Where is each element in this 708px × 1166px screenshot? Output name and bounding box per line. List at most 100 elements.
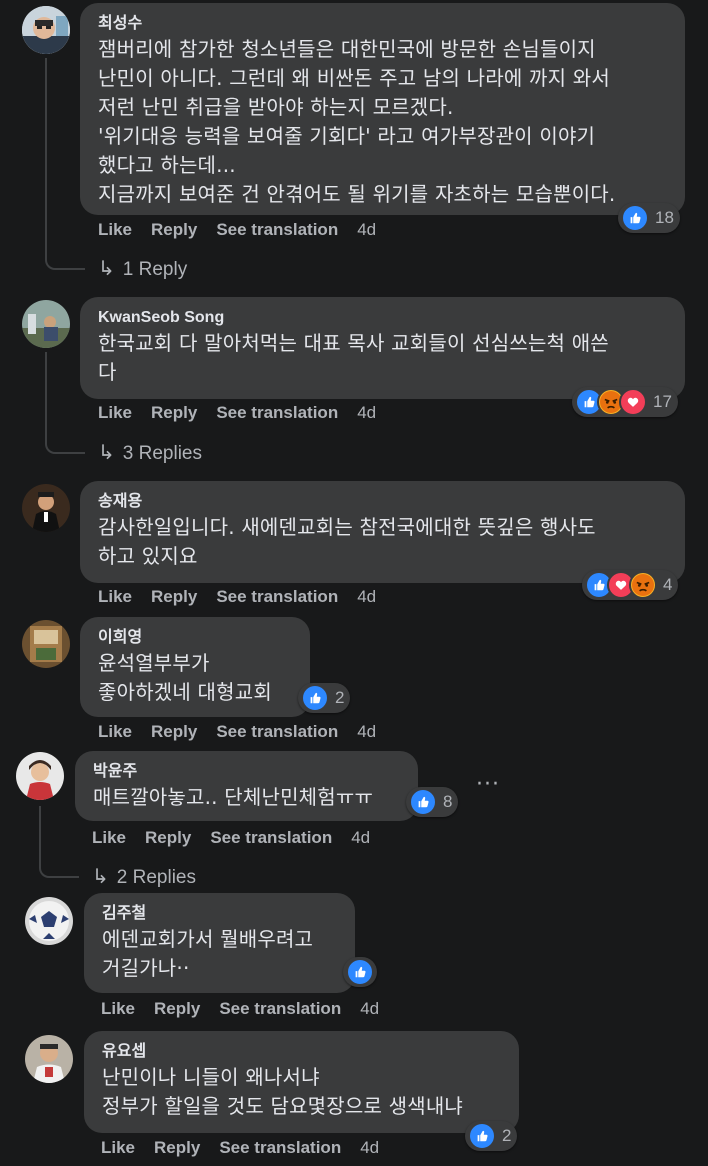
- comment-actions: Like Reply See translation 4d: [98, 220, 395, 240]
- like-button[interactable]: Like: [98, 587, 132, 606]
- replies-label: 2 Replies: [116, 867, 196, 888]
- angry-icon: [629, 571, 657, 599]
- comment-text: 감사한일입니다. 새에덴교회는 참전국에대한 뜻깊은 행사도 하고 있지요: [98, 515, 596, 568]
- like-icon: [346, 958, 374, 986]
- timestamp[interactable]: 4d: [351, 828, 370, 847]
- comment-bubble: 김주철 에덴교회가서 뭘배우려고 거길가나··: [84, 893, 355, 993]
- like-icon: [621, 204, 649, 232]
- avatar[interactable]: [22, 620, 70, 668]
- reply-button[interactable]: Reply: [145, 828, 191, 847]
- timestamp[interactable]: 4d: [360, 1138, 379, 1157]
- reply-arrow-icon: ↳: [98, 258, 115, 280]
- comment-bubble: 박윤주 매트깔아놓고.. 단체난민체험ㅠㅠ: [75, 751, 418, 821]
- comment-actions: Like Reply See translation 4d: [98, 587, 395, 607]
- timestamp[interactable]: 4d: [357, 722, 376, 741]
- like-icon: [468, 1122, 496, 1150]
- avatar[interactable]: [22, 300, 70, 348]
- timestamp[interactable]: 4d: [357, 403, 376, 422]
- reaction-summary[interactable]: 2: [465, 1121, 518, 1151]
- comment-text: 잼버리에 참가한 청소년들은 대한민국에 방문한 손님들이지 난민이 아니다. …: [98, 37, 616, 206]
- reaction-count: 2: [502, 1126, 512, 1145]
- thread-line: [45, 58, 85, 270]
- reaction-summary[interactable]: 4: [582, 570, 679, 600]
- avatar-photo-icon: [22, 300, 70, 348]
- comment-bubble: 이희영 윤석열부부가 좋아하겠네 대형교회: [80, 617, 310, 717]
- timestamp[interactable]: 4d: [357, 587, 376, 606]
- see-translation-button[interactable]: See translation: [216, 403, 338, 422]
- see-translation-button[interactable]: See translation: [219, 1138, 341, 1157]
- like-button[interactable]: Like: [98, 220, 132, 239]
- view-replies-button[interactable]: ↳ 1 Reply: [98, 256, 187, 281]
- reply-button[interactable]: Reply: [151, 587, 197, 606]
- see-translation-button[interactable]: See translation: [216, 722, 338, 741]
- comment-text: 난민이나 니들이 왜나서냐 정부가 할일을 것도 담요몇장으로 생색내냐: [102, 1065, 464, 1118]
- reaction-count: 18: [655, 208, 674, 227]
- reply-arrow-icon: ↳: [92, 866, 109, 888]
- reaction-count: 4: [663, 575, 673, 594]
- more-options-icon[interactable]: ···: [476, 772, 500, 797]
- see-translation-button[interactable]: See translation: [219, 999, 341, 1018]
- view-replies-button[interactable]: ↳ 2 Replies: [92, 864, 196, 889]
- avatar[interactable]: [25, 1035, 73, 1083]
- view-replies-button[interactable]: ↳ 3 Replies: [98, 440, 202, 465]
- commenter-name[interactable]: 유요셉: [102, 1041, 503, 1063]
- like-button[interactable]: Like: [101, 999, 135, 1018]
- avatar-photo-icon: [22, 620, 70, 668]
- comment-actions: Like Reply See translation 4d: [101, 1138, 398, 1158]
- commenter-name[interactable]: KwanSeob Song: [98, 307, 669, 329]
- like-button[interactable]: Like: [98, 403, 132, 422]
- comment-bubble: 송재용 감사한일입니다. 새에덴교회는 참전국에대한 뜻깊은 행사도 하고 있지…: [80, 481, 685, 583]
- reaction-count: 2: [335, 688, 345, 707]
- timestamp[interactable]: 4d: [357, 220, 376, 239]
- avatar-photo-icon: [16, 752, 64, 800]
- avatar[interactable]: [22, 484, 70, 532]
- comment-text: 에덴교회가서 뭘배우려고 거길가나··: [102, 927, 314, 980]
- reaction-summary[interactable]: 2: [298, 683, 351, 713]
- see-translation-button[interactable]: See translation: [210, 828, 332, 847]
- like-button[interactable]: Like: [101, 1138, 135, 1157]
- timestamp[interactable]: 4d: [360, 999, 379, 1018]
- comment-text: 매트깔아놓고.. 단체난민체험ㅠㅠ: [93, 785, 374, 809]
- replies-label: 3 Replies: [122, 443, 202, 464]
- thread-line: [39, 806, 79, 878]
- comment-bubble: 최성수 잼버리에 참가한 청소년들은 대한민국에 방문한 손님들이지 난민이 아…: [80, 3, 685, 215]
- commenter-name[interactable]: 김주철: [102, 903, 339, 925]
- avatar-photo-icon: [25, 1035, 73, 1083]
- like-icon: [409, 788, 437, 816]
- reply-arrow-icon: ↳: [98, 442, 115, 464]
- comment-actions: Like Reply See translation 4d: [92, 828, 389, 848]
- commenter-name[interactable]: 박윤주: [93, 761, 402, 783]
- commenter-name[interactable]: 송재용: [98, 491, 669, 513]
- reply-button[interactable]: Reply: [151, 722, 197, 741]
- comment-actions: Like Reply See translation 4d: [98, 403, 395, 423]
- comment-bubble: KwanSeob Song 한국교회 다 말아처먹는 대표 목사 교회들이 선심…: [80, 297, 685, 399]
- reaction-summary[interactable]: 18: [618, 203, 680, 233]
- reply-button[interactable]: Reply: [151, 220, 197, 239]
- reply-button[interactable]: Reply: [154, 999, 200, 1018]
- avatar[interactable]: [16, 752, 64, 800]
- comment-actions: Like Reply See translation 4d: [98, 722, 395, 742]
- love-icon: [619, 388, 647, 416]
- reaction-summary[interactable]: 8: [406, 787, 459, 817]
- reaction-count: 17: [653, 392, 672, 411]
- comment-actions: Like Reply See translation 4d: [101, 999, 398, 1019]
- avatar-photo-icon: [25, 897, 73, 945]
- comment-text: 한국교회 다 말아처먹는 대표 목사 교회들이 선심쓰는척 애쓴 다: [98, 331, 609, 384]
- thread-line: [45, 352, 85, 454]
- commenter-name[interactable]: 이희영: [98, 627, 294, 649]
- comment-bubble: 유요셉 난민이나 니들이 왜나서냐 정부가 할일을 것도 담요몇장으로 생색내냐: [84, 1031, 519, 1133]
- avatar[interactable]: [22, 6, 70, 54]
- reaction-summary[interactable]: 17: [572, 387, 678, 417]
- avatar[interactable]: [25, 897, 73, 945]
- see-translation-button[interactable]: See translation: [216, 220, 338, 239]
- reaction-count: 8: [443, 792, 453, 811]
- like-button[interactable]: Like: [92, 828, 126, 847]
- reply-button[interactable]: Reply: [151, 403, 197, 422]
- reply-button[interactable]: Reply: [154, 1138, 200, 1157]
- commenter-name[interactable]: 최성수: [98, 13, 669, 35]
- avatar-photo-icon: [22, 484, 70, 532]
- like-button[interactable]: Like: [98, 722, 132, 741]
- reaction-summary[interactable]: [343, 957, 377, 987]
- see-translation-button[interactable]: See translation: [216, 587, 338, 606]
- like-icon: [301, 684, 329, 712]
